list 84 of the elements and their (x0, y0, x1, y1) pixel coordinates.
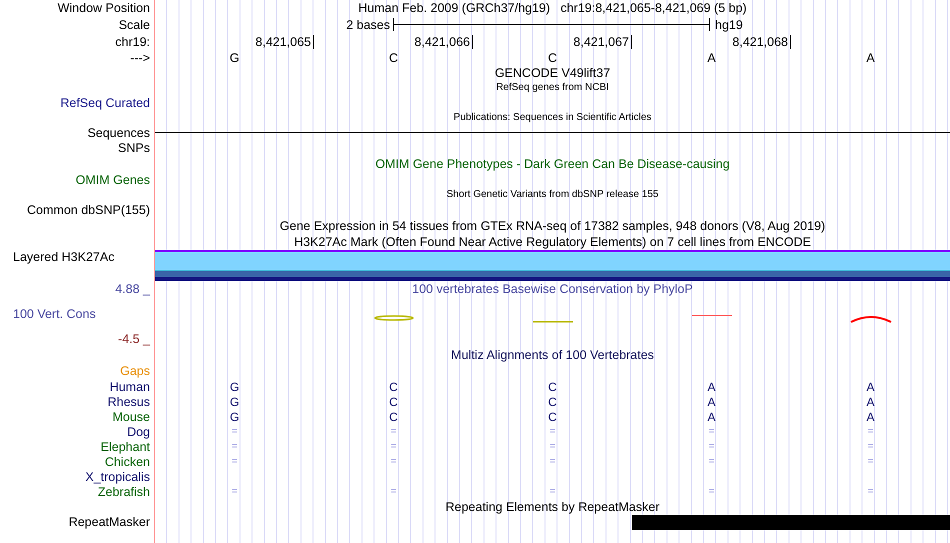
track-label[interactable]: Human (110, 380, 150, 394)
alignment-base: A (866, 380, 874, 394)
alignment-base: C (548, 394, 557, 408)
track-label[interactable]: Chicken (104, 454, 150, 468)
track-label[interactable]: Rhesus (108, 394, 150, 408)
position-text: Human Feb. 2009 (GRCh37/hg19) chr19:8,421,065-8,421,069 (5 bp) (358, 1, 747, 15)
coordinate-label: 8,421,067 (573, 34, 632, 48)
track-label[interactable]: Layered H3K27Ac (13, 250, 114, 264)
base-letter: A (707, 50, 716, 64)
alignment-base: C (548, 410, 557, 424)
scale-text: 2 bases (346, 18, 390, 32)
alignment-base: = (390, 440, 396, 454)
base-letter: C (388, 50, 398, 64)
track-title: Publications: Sequences in Scientific Articles (454, 111, 652, 125)
alignment-base: = (868, 424, 874, 438)
alignment-base: = (550, 454, 556, 468)
alignment-base: = (390, 484, 396, 498)
track-label[interactable]: chr19: (115, 34, 150, 48)
alignment-base: = (550, 424, 556, 438)
track-title: Gene Expression in 54 tissues from GTEx RNA-seq of 17382 samples, 948 donors (V8, Aug 2019) (280, 219, 826, 233)
alignment-base: = (390, 424, 396, 438)
assembly-label: hg19 (715, 18, 743, 32)
alignment-base: = (708, 484, 714, 498)
base-letter: C (548, 50, 558, 64)
conservation-mark (532, 321, 572, 323)
alignment-base: A (866, 394, 874, 408)
alignment-base: G (230, 380, 240, 394)
track-title: Repeating Elements by RepeatMasker (445, 500, 660, 514)
alignment-base: = (868, 454, 874, 468)
alignment-base: G (230, 410, 240, 424)
track-label[interactable]: RefSeq Curated (60, 96, 150, 110)
track-title: OMIM Gene Phenotypes - Dark Green Can Be Disease-causing (375, 157, 730, 171)
track-label[interactable]: -4.5 _ (118, 332, 150, 346)
alignment-base: C (389, 380, 398, 394)
alignment-base: = (232, 484, 238, 498)
alignment-base: A (707, 380, 716, 394)
alignment-base: A (707, 410, 716, 424)
base-letter: G (230, 50, 240, 64)
coordinate-label: 8,421,066 (414, 34, 473, 48)
track-title: H3K27Ac Mark (Often Found Near Active Regulatory Elements) on 7 cell lines from ENCODE (294, 235, 811, 249)
track-title: RefSeq genes from NCBI (496, 81, 609, 95)
track-title: Multiz Alignments of 100 Vertebrates (451, 348, 654, 362)
track-label[interactable]: Dog (127, 424, 150, 438)
alignment-base: A (707, 394, 716, 408)
track-label[interactable]: 100 Vert. Cons (13, 307, 96, 321)
alignment-base: = (708, 424, 714, 438)
track-label[interactable]: ---> (130, 50, 150, 64)
track-label[interactable]: X_tropicalis (85, 470, 150, 484)
track-label[interactable]: Mouse (112, 410, 150, 424)
track-label[interactable]: 4.88 _ (115, 282, 150, 296)
alignment-base: = (550, 484, 556, 498)
track-title: GENCODE V49lift37 (494, 66, 610, 80)
coordinate-label: 8,421,065 (255, 34, 314, 48)
track-label[interactable]: Common dbSNP(155) (27, 203, 150, 217)
coordinate-label: 8,421,068 (732, 34, 791, 48)
alignment-base: G (230, 394, 240, 408)
conservation-mark (372, 315, 414, 321)
alignment-base: = (868, 440, 874, 454)
alignment-base: = (550, 440, 556, 454)
alignment-base: = (232, 440, 238, 454)
alignment-base: = (232, 424, 238, 438)
track-label[interactable]: Scale (118, 18, 150, 32)
alignment-base: A (866, 410, 874, 424)
track-label[interactable]: RepeatMasker (68, 515, 150, 529)
alignment-base: C (548, 380, 557, 394)
alignment-base: = (868, 484, 874, 498)
track-label[interactable]: Elephant (100, 440, 150, 454)
alignment-base: = (232, 454, 238, 468)
track-label[interactable]: OMIM Genes (76, 173, 150, 187)
track-label[interactable]: Window Position (58, 1, 150, 15)
alignment-base: C (389, 394, 398, 408)
track-label[interactable]: SNPs (118, 141, 150, 155)
signal-bar[interactable] (155, 250, 950, 281)
alignment-base: = (390, 454, 396, 468)
alignment-base: C (389, 410, 398, 424)
conservation-mark (692, 315, 732, 317)
base-letter: A (866, 50, 875, 64)
track-title: Short Genetic Variants from dbSNP release 155 (446, 188, 658, 202)
track-label[interactable]: Zebrafish (98, 484, 150, 498)
alignment-base: = (708, 440, 714, 454)
conservation-mark (850, 315, 892, 323)
alignment-base: = (708, 454, 714, 468)
track-label[interactable]: Sequences (87, 126, 150, 140)
track-title: 100 vertebrates Basewise Conservation by PhyloP (412, 282, 693, 296)
